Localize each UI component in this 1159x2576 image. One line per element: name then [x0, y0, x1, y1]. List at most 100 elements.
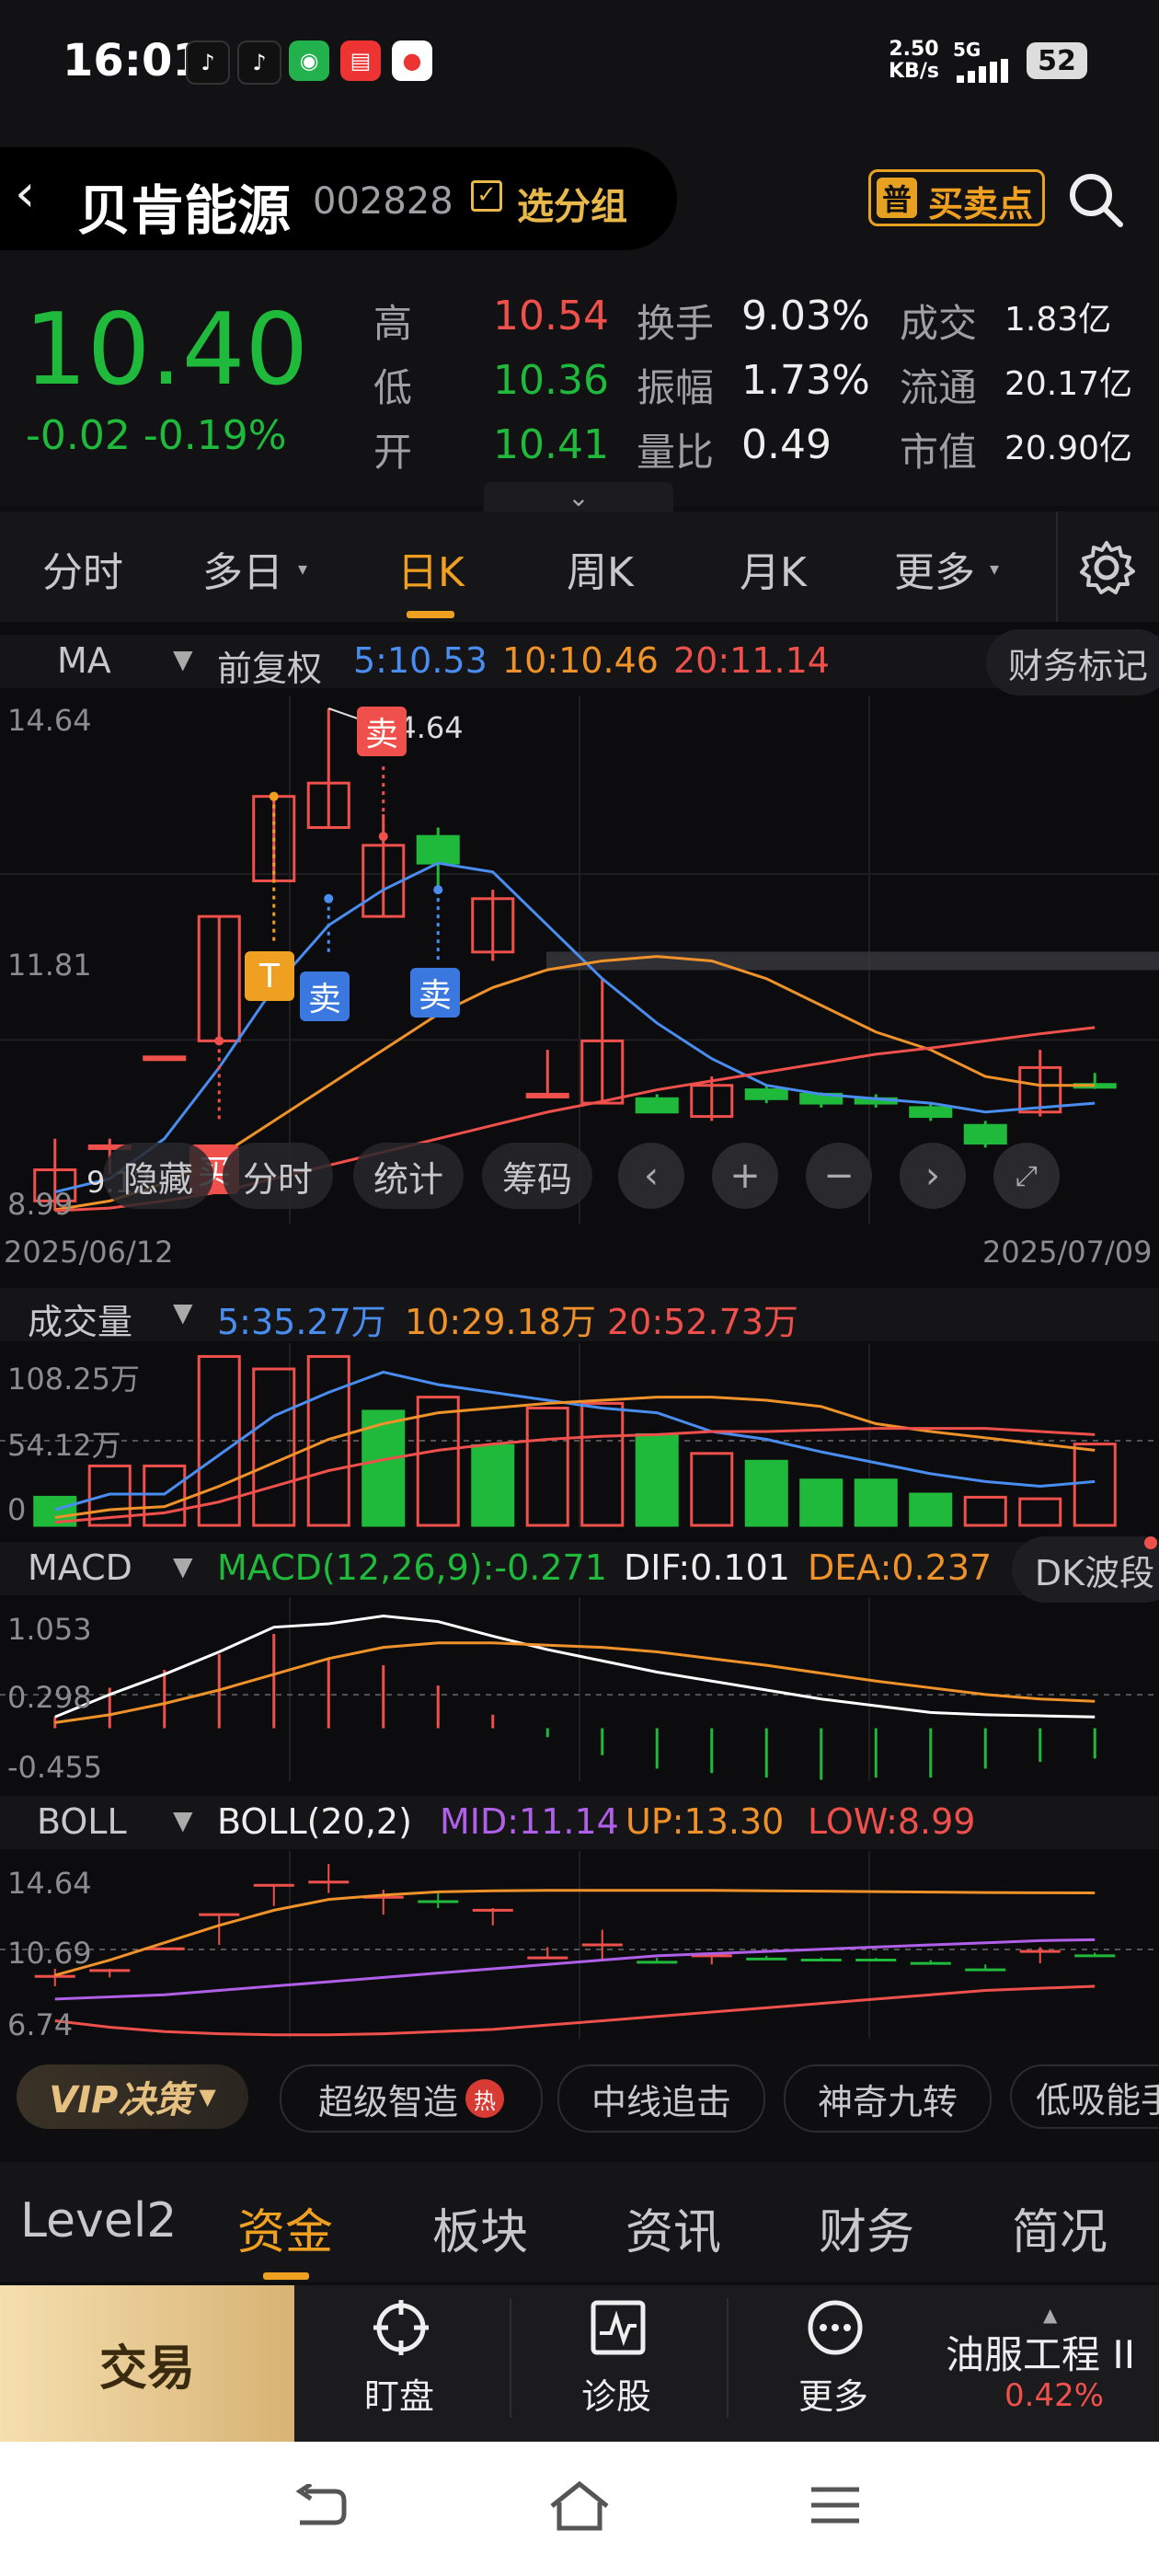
net-speed: 2.50 KB/s [889, 38, 939, 83]
chip-super-manufacture[interactable]: 超级智造 热 [280, 2064, 543, 2133]
macd-axis-top: 1.053 [7, 1612, 92, 1647]
info-tab-3[interactable]: 资讯 [625, 2193, 721, 2262]
dif-value: DIF:0.101 [624, 1547, 790, 1588]
info-tab-5[interactable]: 简况 [1012, 2193, 1107, 2262]
ma5-value: 5:10.53 [353, 640, 488, 681]
stat-value: 20.17亿 [1004, 365, 1133, 403]
candle-body [525, 1092, 569, 1098]
adjust-mode[interactable]: 前复权 [217, 640, 322, 691]
stat-label: 低 [373, 365, 413, 410]
stat-value: 20.90亿 [1004, 430, 1133, 467]
info-tab-1[interactable]: 资金 [237, 2193, 333, 2262]
sell-signal-tag[interactable]: 卖 [410, 968, 460, 1018]
chips-button[interactable]: 筹码 [482, 1143, 592, 1209]
watch-button[interactable]: 盯盘 [337, 2298, 465, 2427]
active-tab-indicator [263, 2272, 309, 2280]
select-group-button[interactable]: 选分组 [517, 177, 627, 230]
stat-label: 开 [373, 430, 413, 475]
sell-signal-tag[interactable]: 卖 [357, 707, 407, 756]
macd-chart[interactable] [0, 1597, 1159, 1781]
volume-bar [143, 1464, 187, 1527]
boll-params: BOLL(20,2) [217, 1801, 412, 1842]
boll-mid: MID:11.14 [440, 1801, 619, 1842]
caret-down-icon: ▼ [199, 2084, 216, 2110]
ma20-value: 20:11.14 [673, 640, 830, 681]
volume-bar [799, 1478, 843, 1527]
tab-1[interactable]: 多日 [202, 539, 283, 598]
zoom-out-icon[interactable]: − [806, 1143, 872, 1209]
vol-ma20: 20:52.73万 [607, 1302, 798, 1342]
vol-axis-mid: 54.12万 [7, 1428, 121, 1463]
dk-wave-button[interactable]: DK波段 [1012, 1536, 1159, 1603]
chip-magic-nine[interactable]: 神奇九转 [784, 2064, 992, 2133]
volume-bar [252, 1367, 296, 1527]
candle-body [416, 834, 460, 865]
sell-signal-tag[interactable]: 卖 [300, 972, 350, 1021]
macd-selector[interactable]: MACD [28, 1547, 132, 1588]
gear-icon[interactable] [1078, 539, 1135, 596]
resistance-band [546, 951, 1159, 971]
kline-axis-min: 8.99 [7, 1187, 74, 1222]
stat-value: 1.73% [741, 357, 870, 404]
stat-value: 1.83亿 [1004, 301, 1112, 339]
menu-icon[interactable] [809, 2484, 861, 2526]
tab-2[interactable]: 日K [397, 539, 465, 598]
volume-bar [744, 1459, 788, 1527]
volume-chart[interactable] [0, 1343, 1159, 1527]
chevron-down-icon[interactable]: ⌄ [484, 482, 673, 513]
more-button[interactable]: 更多 [771, 2298, 900, 2427]
chevron-right-icon[interactable]: › [900, 1143, 966, 1209]
t-signal-tag[interactable]: T [245, 951, 294, 1001]
candle-body [143, 1055, 187, 1062]
volume-selector[interactable]: 成交量 [28, 1294, 132, 1344]
hot-badge: 热 [465, 2079, 504, 2118]
caret-down-icon: ▼ [173, 1297, 193, 1328]
chip-mid-line[interactable]: 中线追击 [557, 2064, 765, 2133]
boll-chart[interactable] [0, 1851, 1159, 2039]
chip-low-buy[interactable]: 低吸能手 [1010, 2064, 1159, 2129]
info-tab-4[interactable]: 财务 [819, 2193, 914, 2262]
search-icon[interactable] [1067, 171, 1124, 228]
intraday-button[interactable]: 分时 [223, 1143, 333, 1209]
chevron-left-icon[interactable]: ‹ [15, 164, 35, 224]
ma-selector[interactable]: MA [57, 640, 111, 681]
volume-bar [580, 1401, 625, 1527]
boll-selector[interactable]: BOLL [37, 1801, 127, 1842]
tab-4[interactable]: 月K [740, 539, 807, 598]
volume-bar [1073, 1443, 1117, 1527]
status-bar: 16:01 ♪ ♪ ◉ ▤ ● 2.50 KB/s 5G 52 [0, 0, 1159, 129]
back-icon[interactable] [293, 2484, 348, 2530]
stock-name: 贝肯能源 [77, 179, 292, 242]
tiktok-icon: ♪ [186, 40, 230, 85]
zoom-in-icon[interactable]: + [712, 1143, 778, 1209]
tab-3[interactable]: 周K [567, 539, 634, 598]
statistics-button[interactable]: 统计 [353, 1143, 464, 1209]
stock-code: 002828 [313, 180, 453, 223]
info-tab-2[interactable]: 板块 [432, 2193, 528, 2262]
tab-5[interactable]: 更多 [894, 539, 975, 598]
finance-mark-button[interactable]: 财务标记 [986, 629, 1159, 696]
tiktok-icon: ♪ [237, 40, 281, 85]
trade-button[interactable]: 交易 [0, 2285, 294, 2442]
candle-body [635, 1097, 679, 1114]
diagnose-button[interactable]: 诊股 [554, 2298, 683, 2427]
volume-bar [1018, 1497, 1062, 1527]
fullscreen-icon[interactable]: ⤢ [993, 1143, 1060, 1209]
caret-down-icon: ▾ [990, 558, 1000, 580]
price-change: -0.02 -0.19% [26, 412, 287, 459]
hide-button[interactable]: 隐藏 [103, 1143, 213, 1209]
candle-body [963, 1123, 1007, 1145]
home-icon[interactable] [548, 2480, 611, 2532]
trade-point-button[interactable]: 普 买卖点 [868, 169, 1045, 226]
sector-card[interactable]: ▲ 油服工程 II 0.42% [938, 2304, 1141, 2423]
notification-dot [1144, 1536, 1157, 1549]
stat-value: 10.41 [493, 421, 609, 468]
vip-decision-button[interactable]: VIP决策 ▼ [17, 2064, 248, 2129]
macd-axis-mid: 0.298 [7, 1680, 92, 1715]
checkbox-icon[interactable]: ✓ [471, 180, 502, 212]
tab-0[interactable]: 分时 [42, 539, 123, 598]
date-start: 2025/06/12 [4, 1235, 174, 1270]
ma10-value: 10:10.46 [502, 640, 659, 681]
chevron-left-icon[interactable]: ‹ [618, 1143, 684, 1209]
info-tab-0[interactable]: Level2 [20, 2193, 177, 2248]
